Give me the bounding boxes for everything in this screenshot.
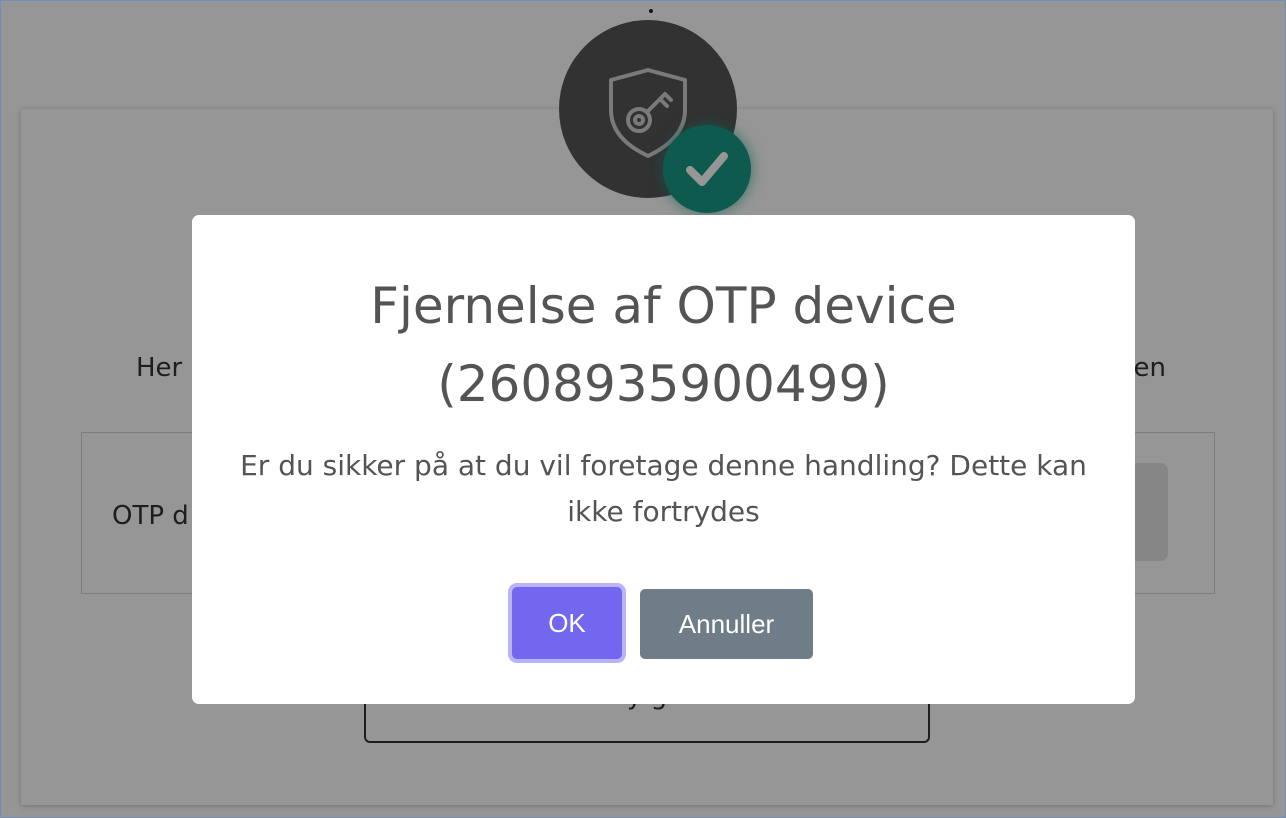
ok-button[interactable]: OK	[512, 587, 622, 659]
dialog-message: Er du sikker på at du vil foretage denne…	[240, 449, 1087, 528]
screenshot-frame: Her en OTP d y g Fjernelse af OTP device…	[0, 0, 1286, 818]
cancel-button[interactable]: Annuller	[640, 589, 813, 659]
dialog-title: Fjernelse af OTP device (2608935900499)	[370, 277, 957, 413]
